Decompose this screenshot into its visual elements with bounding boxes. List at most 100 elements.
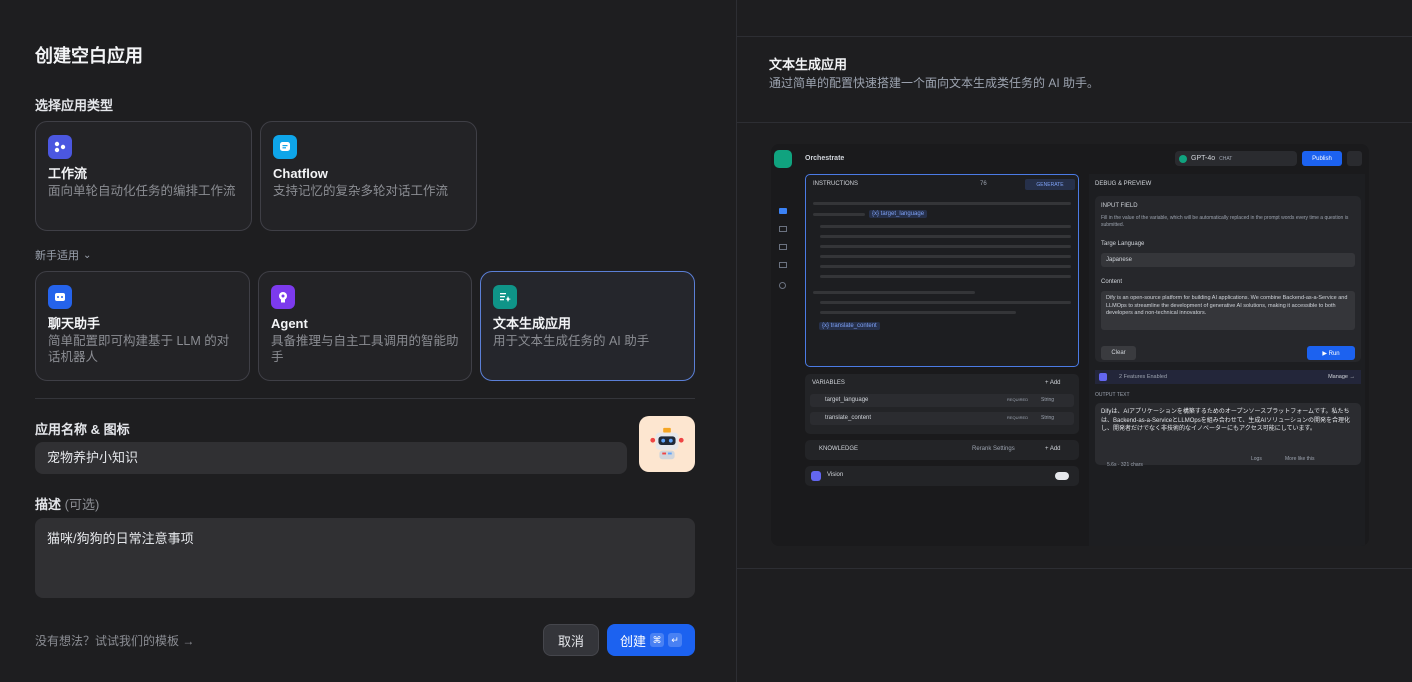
description-textarea[interactable]: 猫咪/狗狗的日常注意事项: [35, 518, 695, 598]
knowledge-section[interactable]: KNOWLEDGE Rerank Settings + Add: [805, 440, 1079, 460]
variable-type: String: [1041, 397, 1055, 403]
card-name: 文本生成应用: [493, 316, 572, 331]
debug-panel: DEBUG & PREVIEW INPUT FIELD Fill in the …: [1089, 174, 1365, 546]
text-line: [820, 265, 1071, 268]
text-generation-icon: [493, 285, 517, 309]
chevron-down-icon: ⌄: [83, 249, 92, 261]
nav-icon: [779, 244, 787, 250]
description-label: 描述: [35, 497, 62, 512]
divider: [737, 568, 1412, 569]
app-logo-icon: [774, 150, 792, 168]
clear-button[interactable]: Clear: [1101, 346, 1136, 360]
text-line: [813, 291, 975, 294]
app-icon-picker[interactable]: [639, 416, 695, 472]
novice-toggle[interactable]: 新手适用 ⌄: [35, 247, 91, 263]
model-tag: CHAT: [1219, 155, 1233, 162]
template-link[interactable]: 没有想法？试试我们的模板 →: [35, 632, 194, 649]
text-line: [820, 225, 1071, 228]
model-icon: [1179, 154, 1187, 163]
text-line: [820, 311, 1016, 314]
add-knowledge-button[interactable]: + Add: [1045, 446, 1061, 452]
debug-title: DEBUG & PREVIEW: [1095, 181, 1152, 187]
chat-assistant-icon: [48, 285, 72, 309]
input-field-label: INPUT FIELD: [1101, 203, 1138, 209]
required-badge: REQUIRED: [1007, 397, 1029, 402]
preview-screenshot: Orchestrate GPT-4o CHAT Publish INSTRUCT…: [771, 144, 1369, 546]
variable-chip: {x} target_language: [869, 210, 928, 218]
workflow-icon: [48, 135, 72, 159]
enter-key-icon: ↵: [668, 633, 682, 647]
rerank-settings[interactable]: Rerank Settings: [972, 446, 1015, 452]
description-heading: 描述 (可选): [35, 494, 99, 513]
preview-panel: 文本生成应用 通过简单的配置快速搭建一个面向文本生成类任务的 AI 助手。 Or…: [736, 0, 1412, 682]
card-desc: 面向单轮自动化任务的编排工作流: [48, 184, 236, 198]
output-text: Difyは、AIアプリケーションを構築するためのオープンソースプラットフォームで…: [1101, 409, 1350, 432]
app-type-text-generation-card[interactable]: 文本生成应用 用于文本生成任务的 AI 助手: [480, 271, 695, 381]
variable-name: translate_content: [825, 415, 872, 421]
run-button[interactable]: ▶ Run: [1307, 346, 1355, 360]
target-language-label: Targe Language: [1101, 241, 1145, 247]
text-line: [820, 255, 1071, 258]
cancel-button[interactable]: 取消: [543, 624, 599, 656]
command-key-icon: ⌘: [650, 633, 664, 647]
optional-label: (可选): [64, 497, 100, 512]
nav-icon: [779, 226, 787, 232]
variable-name: target_language: [825, 397, 869, 403]
text-line: [820, 301, 1071, 304]
vision-section[interactable]: Vision: [805, 466, 1079, 486]
input-hint: Fill in the value of the variable, which…: [1101, 215, 1349, 228]
manage-features-link[interactable]: Manage →: [1328, 374, 1355, 380]
card-name: Agent: [271, 316, 308, 331]
page-title: 创建空白应用: [35, 46, 143, 66]
variable-type: String: [1041, 415, 1055, 421]
text-line: [820, 235, 1071, 238]
preview-title: 文本生成应用: [769, 57, 848, 72]
features-bar[interactable]: 2 Features Enabled Manage →: [1095, 370, 1361, 384]
generate-button[interactable]: GENERATE: [1025, 179, 1075, 190]
app-type-heading: 选择应用类型: [35, 98, 114, 113]
more-like-this-button[interactable]: More like this: [1285, 456, 1314, 462]
history-icon[interactable]: [1347, 151, 1362, 166]
create-app-panel: 创建空白应用 选择应用类型 工作流 面向单轮自动化任务的编排工作流 Chatfl…: [0, 0, 736, 682]
char-count: 76: [980, 181, 987, 187]
divider: [737, 122, 1412, 123]
output-stats: 5.6s · 321 chars: [1107, 462, 1143, 468]
nav-icon: [779, 262, 787, 268]
feature-icon: [1099, 373, 1107, 381]
model-selector[interactable]: GPT-4o CHAT: [1175, 151, 1297, 166]
logs-button[interactable]: Logs: [1251, 456, 1262, 462]
model-name: GPT-4o: [1191, 155, 1216, 162]
variable-row[interactable]: target_language REQUIRED String: [810, 394, 1074, 407]
app-name-input[interactable]: 宠物养护小知识: [35, 442, 627, 474]
vision-label: Vision: [827, 472, 844, 478]
app-type-chatflow-card[interactable]: Chatflow 支持记忆的复杂多轮对话工作流: [260, 121, 477, 231]
variables-label: VARIABLES: [812, 380, 845, 386]
features-count: 2 Features Enabled: [1119, 374, 1168, 380]
instructions-editor[interactable]: INSTRUCTIONS 76 GENERATE {x} target_lang…: [805, 174, 1079, 367]
text-line: [813, 202, 1071, 205]
text-line: [820, 275, 1071, 278]
content-textarea[interactable]: Dify is an open-source platform for buil…: [1101, 291, 1355, 330]
variable-chip: {x} translate_content: [819, 322, 880, 330]
content-label: Content: [1101, 279, 1123, 285]
create-button[interactable]: 创建 ⌘ ↵: [607, 624, 695, 656]
app-type-chat-assistant-card[interactable]: 聊天助手 简单配置即可构建基于 LLM 的对话机器人: [35, 271, 250, 381]
target-language-select[interactable]: Japanese: [1101, 253, 1355, 267]
orchestrate-title: Orchestrate: [805, 155, 845, 162]
app-type-agent-card[interactable]: Agent 具备推理与自主工具调用的智能助手: [258, 271, 472, 381]
card-name: 工作流: [48, 166, 88, 181]
divider: [737, 36, 1412, 37]
card-name: Chatflow: [273, 166, 328, 181]
name-icon-heading: 应用名称 & 图标: [35, 422, 130, 437]
card-desc: 具备推理与自主工具调用的智能助手: [271, 334, 459, 364]
publish-button[interactable]: Publish: [1302, 151, 1342, 166]
add-variable-button[interactable]: + Add: [1045, 380, 1061, 386]
vision-icon: [811, 471, 821, 481]
output-label: OUTPUT TEXT: [1095, 392, 1130, 398]
vision-toggle[interactable]: [1055, 472, 1069, 480]
text-line: [813, 213, 865, 216]
app-type-workflow-card[interactable]: 工作流 面向单轮自动化任务的编排工作流: [35, 121, 252, 231]
variables-section: VARIABLES + Add target_language REQUIRED…: [805, 374, 1079, 434]
variable-row[interactable]: translate_content REQUIRED String: [810, 412, 1074, 425]
novice-label: 新手适用: [35, 250, 79, 262]
